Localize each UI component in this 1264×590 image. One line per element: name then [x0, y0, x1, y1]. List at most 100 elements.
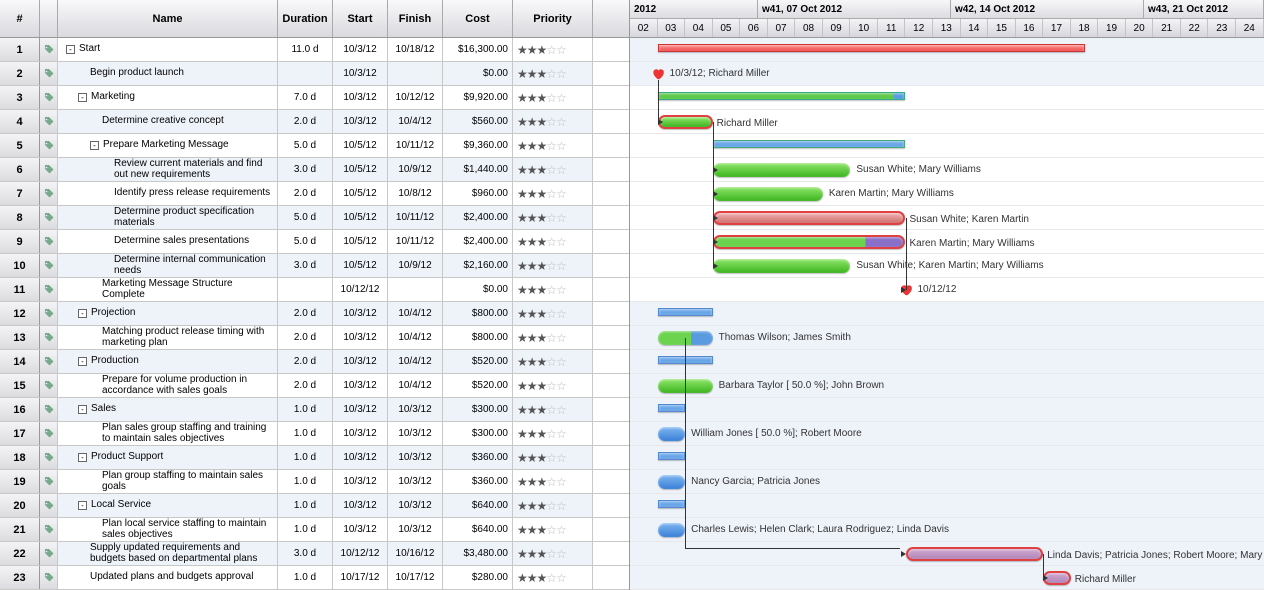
start-cell[interactable]: 10/5/12 — [333, 206, 388, 229]
cost-cell[interactable]: $280.00 — [443, 566, 513, 589]
duration-cell[interactable]: 1.0 d — [278, 470, 333, 493]
priority-stars[interactable]: ★★★☆☆ — [517, 475, 566, 489]
gantt-bar[interactable]: Linda Davis; Patricia Jones; Robert Moor… — [906, 547, 1044, 561]
col-finish[interactable]: Finish — [388, 0, 443, 37]
duration-cell[interactable]: 2.0 d — [278, 110, 333, 133]
start-cell[interactable]: 10/3/12 — [333, 494, 388, 517]
finish-cell[interactable]: 10/4/12 — [388, 374, 443, 397]
col-cost[interactable]: Cost — [443, 0, 513, 37]
priority-stars[interactable]: ★★★☆☆ — [517, 499, 566, 513]
table-row[interactable]: 4Determine creative concept2.0 d10/3/121… — [0, 110, 629, 134]
task-name-cell[interactable]: Matching product release timing with mar… — [58, 326, 278, 349]
finish-cell[interactable]: 10/11/12 — [388, 206, 443, 229]
cost-cell[interactable]: $0.00 — [443, 62, 513, 85]
task-name-cell[interactable]: -Marketing — [58, 86, 278, 109]
duration-cell[interactable]: 5.0 d — [278, 206, 333, 229]
task-name-cell[interactable]: Supply updated requirements and budgets … — [58, 542, 278, 565]
start-cell[interactable]: 10/3/12 — [333, 446, 388, 469]
gantt-bar[interactable]: Richard Miller — [658, 115, 713, 129]
expand-toggle[interactable]: - — [78, 453, 87, 462]
priority-cell[interactable]: ★★★☆☆ — [513, 86, 593, 109]
task-name-cell[interactable]: -Product Support — [58, 446, 278, 469]
table-row[interactable]: 12-Projection2.0 d10/3/1210/4/12$800.00★… — [0, 302, 629, 326]
start-cell[interactable]: 10/5/12 — [333, 134, 388, 157]
duration-cell[interactable]: 1.0 d — [278, 422, 333, 445]
gantt-bar[interactable] — [658, 44, 1085, 52]
priority-stars[interactable]: ★★★☆☆ — [517, 307, 566, 321]
finish-cell[interactable]: 10/3/12 — [388, 398, 443, 421]
duration-cell[interactable]: 3.0 d — [278, 158, 333, 181]
gantt-bar[interactable]: William Jones [ 50.0 %]; Robert Moore — [658, 427, 686, 441]
priority-stars[interactable]: ★★★☆☆ — [517, 235, 566, 249]
cost-cell[interactable]: $360.00 — [443, 446, 513, 469]
priority-stars[interactable]: ★★★☆☆ — [517, 331, 566, 345]
gantt-bar[interactable]: Charles Lewis; Helen Clark; Laura Rodrig… — [658, 523, 686, 537]
start-cell[interactable]: 10/3/12 — [333, 62, 388, 85]
priority-cell[interactable]: ★★★☆☆ — [513, 62, 593, 85]
duration-cell[interactable]: 2.0 d — [278, 302, 333, 325]
duration-cell[interactable]: 5.0 d — [278, 230, 333, 253]
cost-cell[interactable]: $16,300.00 — [443, 38, 513, 61]
start-cell[interactable]: 10/3/12 — [333, 86, 388, 109]
priority-cell[interactable]: ★★★☆☆ — [513, 302, 593, 325]
task-name-cell[interactable]: -Prepare Marketing Message — [58, 134, 278, 157]
gantt-bar[interactable] — [658, 500, 686, 508]
gantt-chart[interactable]: 2012w41, 07 Oct 2012w42, 14 Oct 2012w43,… — [630, 0, 1264, 590]
cost-cell[interactable]: $800.00 — [443, 326, 513, 349]
finish-cell[interactable]: 10/11/12 — [388, 230, 443, 253]
table-row[interactable]: 19Plan group staffing to maintain sales … — [0, 470, 629, 494]
expand-toggle[interactable]: - — [78, 501, 87, 510]
priority-stars[interactable]: ★★★☆☆ — [517, 211, 566, 225]
priority-cell[interactable]: ★★★☆☆ — [513, 446, 593, 469]
priority-stars[interactable]: ★★★☆☆ — [517, 139, 566, 153]
finish-cell[interactable]: 10/3/12 — [388, 518, 443, 541]
duration-cell[interactable]: 1.0 d — [278, 398, 333, 421]
task-name-cell[interactable]: Determine product specification material… — [58, 206, 278, 229]
task-name-cell[interactable]: -Start — [58, 38, 278, 61]
priority-stars[interactable]: ★★★☆☆ — [517, 187, 566, 201]
table-row[interactable]: 17Plan sales group staffing and training… — [0, 422, 629, 446]
start-cell[interactable]: 10/5/12 — [333, 158, 388, 181]
expand-toggle[interactable]: - — [78, 405, 87, 414]
start-cell[interactable]: 10/17/12 — [333, 566, 388, 589]
task-name-cell[interactable]: Begin product launch — [58, 62, 278, 85]
priority-cell[interactable]: ★★★☆☆ — [513, 398, 593, 421]
duration-cell[interactable]: 7.0 d — [278, 86, 333, 109]
duration-cell[interactable]: 2.0 d — [278, 350, 333, 373]
cost-cell[interactable]: $300.00 — [443, 398, 513, 421]
expand-toggle[interactable]: - — [78, 357, 87, 366]
finish-cell[interactable]: 10/16/12 — [388, 542, 443, 565]
cost-cell[interactable]: $1,440.00 — [443, 158, 513, 181]
start-cell[interactable]: 10/3/12 — [333, 374, 388, 397]
start-cell[interactable]: 10/3/12 — [333, 398, 388, 421]
cost-cell[interactable]: $520.00 — [443, 374, 513, 397]
priority-cell[interactable]: ★★★☆☆ — [513, 566, 593, 589]
priority-cell[interactable]: ★★★☆☆ — [513, 278, 593, 301]
table-row[interactable]: 16-Sales1.0 d10/3/1210/3/12$300.00★★★☆☆ — [0, 398, 629, 422]
gantt-body[interactable]: 10/3/12; Richard MillerRichard MillerSus… — [630, 38, 1264, 590]
table-row[interactable]: 1-Start11.0 d10/3/1210/18/12$16,300.00★★… — [0, 38, 629, 62]
priority-cell[interactable]: ★★★☆☆ — [513, 422, 593, 445]
priority-cell[interactable]: ★★★☆☆ — [513, 518, 593, 541]
task-name-cell[interactable]: Plan sales group staffing and training t… — [58, 422, 278, 445]
priority-stars[interactable]: ★★★☆☆ — [517, 427, 566, 441]
finish-cell[interactable]: 10/9/12 — [388, 254, 443, 277]
finish-cell[interactable]: 10/3/12 — [388, 494, 443, 517]
priority-cell[interactable]: ★★★☆☆ — [513, 134, 593, 157]
priority-cell[interactable]: ★★★☆☆ — [513, 374, 593, 397]
priority-cell[interactable]: ★★★☆☆ — [513, 38, 593, 61]
priority-cell[interactable]: ★★★☆☆ — [513, 110, 593, 133]
finish-cell[interactable]: 10/4/12 — [388, 326, 443, 349]
start-cell[interactable]: 10/12/12 — [333, 278, 388, 301]
table-row[interactable]: 3-Marketing7.0 d10/3/1210/12/12$9,920.00… — [0, 86, 629, 110]
duration-cell[interactable]: 3.0 d — [278, 542, 333, 565]
gantt-bar[interactable]: Susan White; Karen Martin — [713, 211, 906, 225]
task-name-cell[interactable]: Marketing Message Structure Complete — [58, 278, 278, 301]
finish-cell[interactable]: 10/4/12 — [388, 302, 443, 325]
duration-cell[interactable]: 1.0 d — [278, 446, 333, 469]
cost-cell[interactable]: $3,480.00 — [443, 542, 513, 565]
priority-stars[interactable]: ★★★☆☆ — [517, 523, 566, 537]
duration-cell[interactable]: 1.0 d — [278, 566, 333, 589]
priority-cell[interactable]: ★★★☆☆ — [513, 158, 593, 181]
finish-cell[interactable]: 10/18/12 — [388, 38, 443, 61]
